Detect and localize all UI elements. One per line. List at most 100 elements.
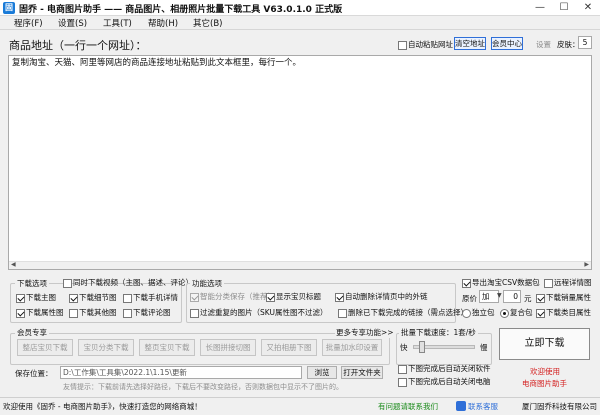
url-field-label: 商品地址（一行一个网址）： [9, 39, 147, 52]
option-label: 独立包 [472, 308, 495, 317]
maximize-button[interactable]: ☐ [552, 0, 576, 16]
auto-delete-links-checkbox[interactable]: 自动删除详情页中的外链 [335, 292, 428, 303]
standalone-package-radio[interactable]: 独立包 [462, 308, 495, 319]
minimize-button[interactable]: — [528, 0, 552, 16]
browse-button[interactable]: 浏览 [307, 366, 337, 379]
download-main-image-checkbox[interactable]: 下载主图 [16, 293, 56, 304]
radio-icon [500, 308, 509, 318]
tip-text: 友情提示：下载前请先选择好路径，下载后不要改变路径，否则数据包中显示不了图片的。 [63, 383, 343, 391]
title-bar: 固 固乔 - 电商图片助手 —— 商品图片、相册照片批量下载工具 V63.0.1… [0, 0, 600, 16]
checkbox-icon [266, 292, 275, 302]
option-label: 导出淘宝CSV数据包 [472, 278, 540, 287]
download-attribute-image-checkbox[interactable]: 下载属性图 [16, 308, 64, 319]
watermark-settings-button[interactable]: 批量加水印设置 [322, 339, 382, 356]
skin-spinner[interactable]: 5 [578, 36, 592, 49]
checkbox-icon [123, 293, 132, 303]
option-label: 删除已下载完成的链接（需点选择） [348, 308, 468, 317]
price-unit: 元 [524, 294, 532, 303]
status-welcome: 欢迎使用《固乔 - 电商图片助手》，快速打造您的网络商城！ [3, 402, 202, 411]
radio-icon [462, 308, 471, 318]
option-label: 远程详情图 [554, 278, 592, 287]
export-csv-checkbox[interactable]: 导出淘宝CSV数据包 [462, 278, 540, 289]
window-title: 固乔 - 电商图片助手 —— 商品图片、相册照片批量下载工具 V63.0.1.0… [19, 5, 343, 15]
sync-video-checkbox[interactable]: 同时下载视频（主图、据述、评论） [63, 278, 193, 289]
option-label: 下图完成后自动关闭软件 [408, 364, 491, 373]
page-download-button[interactable]: 整页宝贝下载 [139, 339, 195, 356]
menu-program[interactable]: 程序(F) [14, 17, 43, 29]
scroll-left-icon[interactable]: ◀ [11, 261, 16, 268]
checkbox-icon [63, 278, 72, 288]
save-location-label: 保存位置： [15, 369, 53, 378]
contact-support-link[interactable]: 联系客服 [468, 400, 502, 413]
remote-detail-checkbox[interactable]: 远程详情图 [544, 278, 592, 289]
checkbox-icon [123, 308, 132, 318]
save-path-input[interactable]: D:\工作集\工具集\2022.1\1.15\更新 [60, 366, 302, 379]
close-button[interactable]: ✕ [576, 0, 600, 16]
checkbox-icon [398, 40, 407, 50]
long-image-button[interactable]: 长图拼接切图 [200, 339, 256, 356]
option-label: 下载其他图 [79, 308, 117, 317]
download-mobile-detail-checkbox[interactable]: 下载手机详情 [123, 293, 178, 304]
checkbox-icon [536, 293, 545, 303]
function-options-title: 功能选项 [190, 278, 224, 289]
url-textarea[interactable]: 复制淘宝、天猫、阿里等网店的商品连接地址粘贴到此文本框里，每行一个。 [8, 55, 592, 270]
horizontal-scrollbar[interactable]: ◀ ▶ [9, 261, 591, 269]
option-label: 下载类目属性 [546, 308, 591, 317]
auto-paste-label: 自动粘贴网址 [408, 40, 453, 49]
scroll-right-icon[interactable]: ▶ [584, 261, 589, 268]
option-label: 自动删除详情页中的外链 [345, 292, 428, 301]
speed-slider-thumb[interactable] [418, 341, 425, 353]
album-download-button[interactable]: 又拍相册下图 [261, 339, 317, 356]
download-category-checkbox[interactable]: 下载类目属性 [536, 308, 591, 319]
status-question: 有问题请联系我们 [378, 402, 438, 411]
menu-help[interactable]: 帮助(H) [148, 17, 178, 29]
price-value-input[interactable]: 0 [503, 290, 521, 303]
settings-link[interactable]: 设置 [536, 39, 551, 50]
compound-package-radio[interactable]: 复合包 [500, 308, 533, 319]
download-options-title: 下载选项 [15, 278, 49, 289]
status-company: 厦门固乔科技有限公司 [522, 402, 597, 411]
checkbox-icon [398, 377, 407, 387]
checkbox-icon [69, 308, 78, 318]
more-functions-link[interactable]: 更多专享功能>> [335, 327, 395, 338]
support-icon[interactable] [456, 401, 466, 411]
auto-close-app-checkbox[interactable]: 下图完成后自动关闭软件 [398, 364, 491, 375]
option-label: 智能分类保存（推荐） [200, 292, 275, 301]
speed-fast-label: 快 [400, 343, 408, 352]
chevron-down-icon[interactable]: ▼ [497, 292, 502, 299]
menu-other[interactable]: 其它(B) [193, 17, 222, 29]
checkbox-icon [335, 292, 344, 302]
speed-slow-label: 慢 [480, 343, 488, 352]
menu-tools[interactable]: 工具(T) [103, 17, 132, 29]
clear-url-button[interactable]: 清空地址 [454, 37, 486, 50]
menu-settings[interactable]: 设置(S) [58, 17, 87, 29]
option-label: 下载细节图 [79, 293, 117, 302]
checkbox-icon [338, 308, 347, 318]
auto-paste-checkbox[interactable]: 自动粘贴网址 [398, 40, 453, 51]
smart-classify-checkbox[interactable]: 智能分类保存（推荐） [190, 292, 275, 303]
option-label: 显示宝贝标题 [276, 292, 321, 301]
sync-video-label: 同时下载视频（主图、据述、评论） [73, 278, 193, 287]
checkbox-icon [544, 278, 553, 288]
download-now-button[interactable]: 立即下载 [499, 328, 590, 360]
open-folder-button[interactable]: 打开文件夹 [341, 366, 383, 379]
option-label: 复合包 [510, 308, 533, 317]
show-title-checkbox[interactable]: 显示宝贝标题 [266, 292, 321, 303]
welcome-line2: 电商图片助手 [522, 379, 567, 388]
download-other-image-checkbox[interactable]: 下载其他图 [69, 308, 117, 319]
price-op-select[interactable]: 加 [479, 290, 499, 303]
option-label: 下载属性图 [26, 308, 64, 317]
option-label: 过滤重复的图片（SKU属性图不过滤） [200, 308, 328, 317]
category-download-button[interactable]: 宝贝分类下载 [78, 339, 134, 356]
delete-completed-links-checkbox[interactable]: 删除已下载完成的链接（需点选择） [338, 308, 468, 319]
checkbox-icon [190, 308, 199, 318]
price-label: 原价 [462, 294, 477, 303]
download-review-image-checkbox[interactable]: 下载评论图 [123, 308, 171, 319]
download-sales-checkbox[interactable]: 下载销量属性 [536, 293, 591, 304]
shop-download-button[interactable]: 整店宝贝下载 [17, 339, 73, 356]
download-detail-image-checkbox[interactable]: 下载细节图 [69, 293, 117, 304]
auto-shutdown-checkbox[interactable]: 下图完成后自动关闭电脑 [398, 377, 491, 388]
app-icon: 固 [3, 2, 15, 14]
member-center-button[interactable]: 会员中心 [491, 37, 523, 50]
filter-duplicates-checkbox[interactable]: 过滤重复的图片（SKU属性图不过滤） [190, 308, 327, 319]
